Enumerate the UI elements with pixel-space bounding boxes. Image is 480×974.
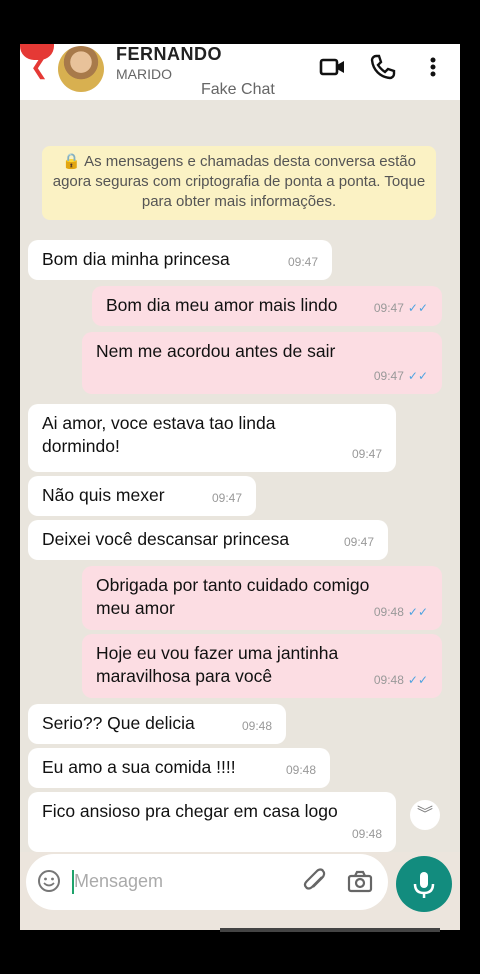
message-time: 09:47 bbox=[373, 301, 404, 315]
read-ticks-icon: ✓✓ bbox=[407, 369, 428, 383]
contact-name[interactable]: FERNANDO bbox=[116, 44, 222, 65]
message-bubble[interactable]: Ai amor, voce estava tao linda dormindo!… bbox=[28, 404, 396, 472]
message-bubble[interactable]: Não quis mexer 09:47 bbox=[28, 476, 256, 516]
chat-header: ❮ FERNANDO MARIDO Fake Chat bbox=[20, 44, 460, 100]
message-bubble[interactable]: Obrigada por tanto cuidado comigo meu am… bbox=[82, 566, 442, 630]
message-bubble[interactable]: Bom dia minha princesa 09:47 bbox=[28, 240, 332, 280]
message-bubble[interactable]: Nem me acordou antes de sair 09:47 ✓✓ bbox=[82, 332, 442, 394]
message-input[interactable]: Mensagem bbox=[74, 871, 163, 892]
more-vert-icon[interactable] bbox=[420, 52, 450, 82]
message-time: 09:47 bbox=[287, 255, 318, 269]
read-ticks-icon: ✓✓ bbox=[407, 673, 428, 687]
chevron-double-down-icon[interactable]: ︾ bbox=[410, 800, 440, 830]
message-bubble[interactable]: Deixei você descansar princesa 09:47 bbox=[28, 520, 388, 560]
emoji-icon[interactable] bbox=[36, 868, 62, 894]
message-time: 09:47 bbox=[351, 447, 382, 461]
message-text: Ai amor, voce estava tao linda dormindo! bbox=[42, 413, 276, 456]
back-arrow-icon[interactable]: ❮ bbox=[30, 54, 48, 80]
avatar[interactable] bbox=[58, 46, 104, 92]
message-text: Obrigada por tanto cuidado comigo meu am… bbox=[96, 575, 370, 618]
message-bubble[interactable]: Hoje eu vou fazer uma jantinha maravilho… bbox=[82, 634, 442, 698]
message-meta: 09:47 ✓✓ bbox=[374, 365, 428, 388]
message-input-bar: Mensagem bbox=[26, 854, 388, 910]
message-time: 09:47 bbox=[373, 369, 404, 383]
message-bubble[interactable]: Eu amo a sua comida !!!! 09:48 bbox=[28, 748, 330, 788]
encryption-notice[interactable]: 🔒 As mensagens e chamadas desta conversa… bbox=[42, 146, 436, 220]
message-time: 09:48 bbox=[241, 719, 272, 733]
message-text: Eu amo a sua comida !!!! bbox=[42, 757, 236, 777]
mic-button[interactable] bbox=[396, 856, 452, 912]
message-text: Bom dia minha princesa bbox=[42, 249, 230, 269]
message-text: Serio?? Que delicia bbox=[42, 713, 195, 733]
message-text: Hoje eu vou fazer uma jantinha maravilho… bbox=[96, 643, 339, 686]
read-ticks-icon: ✓✓ bbox=[407, 605, 428, 619]
mic-icon bbox=[413, 872, 435, 898]
message-meta: 09:48 ✓✓ bbox=[374, 669, 428, 692]
message-time: 09:47 bbox=[211, 491, 242, 505]
app-title: Fake Chat bbox=[201, 81, 275, 98]
message-bubble[interactable]: Bom dia meu amor mais lindo 09:47 ✓✓ bbox=[92, 286, 442, 326]
message-meta: 09:48 ✓✓ bbox=[374, 601, 428, 624]
nav-bar bbox=[220, 928, 440, 932]
message-meta: 09:47 ✓✓ bbox=[374, 297, 428, 320]
contact-subtitle: MARIDO bbox=[116, 66, 172, 82]
paperclip-icon[interactable] bbox=[302, 868, 330, 896]
message-bubble[interactable]: Fico ansioso pra chegar em casa logo 09:… bbox=[28, 792, 396, 852]
message-list[interactable]: 🔒 As mensagens e chamadas desta conversa… bbox=[20, 100, 460, 852]
phone-icon[interactable] bbox=[368, 52, 398, 82]
video-call-icon[interactable] bbox=[318, 52, 348, 82]
message-text: Bom dia meu amor mais lindo bbox=[106, 295, 338, 315]
message-time: 09:48 bbox=[351, 827, 382, 841]
message-text: Fico ansioso pra chegar em casa logo bbox=[42, 801, 338, 821]
message-time: 09:48 bbox=[373, 605, 404, 619]
chat-screen: ❮ FERNANDO MARIDO Fake Chat 🔒 As mensage… bbox=[20, 44, 460, 930]
message-time: 09:48 bbox=[373, 673, 404, 687]
camera-icon[interactable] bbox=[346, 868, 374, 896]
message-text: Deixei você descansar princesa bbox=[42, 529, 290, 549]
message-text: Nem me acordou antes de sair bbox=[96, 341, 336, 361]
message-text: Não quis mexer bbox=[42, 485, 165, 505]
message-time: 09:47 bbox=[343, 535, 374, 549]
message-time: 09:48 bbox=[285, 763, 316, 777]
message-bubble[interactable]: Serio?? Que delicia 09:48 bbox=[28, 704, 286, 744]
read-ticks-icon: ✓✓ bbox=[407, 301, 428, 315]
